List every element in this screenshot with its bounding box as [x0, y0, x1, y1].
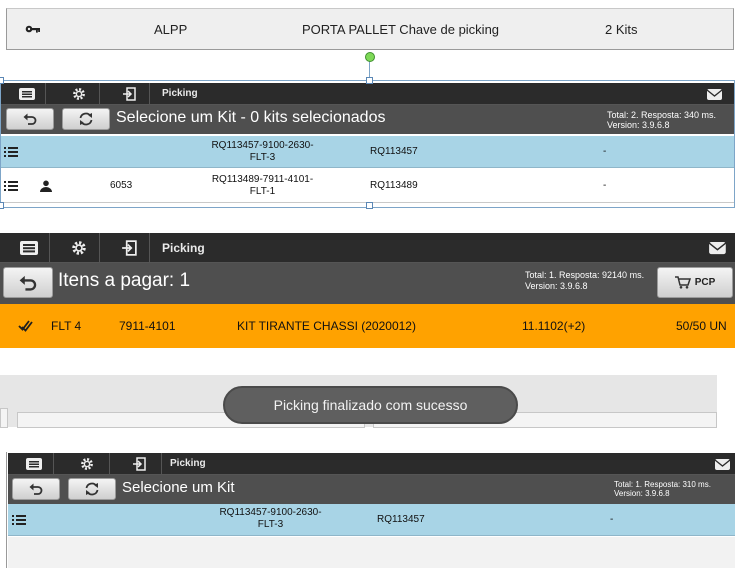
list-detail-icon [12, 514, 26, 526]
back-arrow-icon [19, 275, 37, 291]
picking-screen-kit-selection: Picking Selecione um Kit - 0 kits seleci… [0, 77, 735, 210]
picking-screen-kit-selection-after: Picking Selecione um Kit Total: 1. Respo… [6, 452, 735, 568]
settings-button[interactable] [58, 233, 100, 262]
meta-total: Total: 1. Resposta: 92140 ms. [525, 270, 645, 280]
kit-row[interactable]: RQ113457-9100-2630- FLT-3 RQ113457 - [8, 504, 735, 536]
pallet-description: PORTA PALLET Chave de picking [302, 22, 500, 37]
pallet-panel: ALPP PORTA PALLET Chave de picking 2 Kit… [0, 0, 735, 78]
kit-id: RQ113457-9100-2630- FLT-3 [198, 507, 343, 531]
logout-icon [132, 456, 146, 471]
refresh-button[interactable] [68, 478, 116, 500]
cart-icon [674, 276, 691, 289]
pcp-label: PCP [694, 277, 716, 288]
sub-toolbar: Selecione um Kit Total: 1. Resposta: 310… [8, 475, 735, 504]
item-code: 7911-4101 [119, 319, 176, 333]
gear-icon [71, 240, 87, 256]
background-card [0, 408, 8, 428]
pallet-quantity: 2 Kits [605, 22, 638, 37]
back-button[interactable] [3, 267, 53, 298]
app-toolbar: Picking [8, 453, 735, 475]
selection-handle[interactable] [366, 77, 373, 84]
logout-icon [121, 239, 137, 256]
pallet-row[interactable]: ALPP PORTA PALLET Chave de picking 2 Kit… [6, 8, 734, 50]
meta-version: Version: 3.9.6.8 [614, 489, 670, 498]
key-icon [25, 23, 41, 35]
selection-handle[interactable] [0, 77, 4, 84]
app-title: Picking [170, 458, 206, 469]
selection-rotate-handle[interactable] [365, 52, 375, 62]
kit-id-line2: FLT-3 [257, 519, 284, 530]
back-arrow-icon [29, 483, 43, 495]
logout-button[interactable] [108, 233, 150, 262]
logout-button[interactable] [116, 453, 162, 474]
settings-button[interactable] [64, 453, 110, 474]
toast-message: Picking finalizado com sucesso [273, 397, 468, 413]
page-heading: Selecione um Kit [122, 479, 235, 496]
mail-icon[interactable] [708, 239, 728, 256]
mail-icon[interactable] [714, 457, 732, 471]
app-toolbar: Picking [0, 233, 735, 263]
selection-handle[interactable] [0, 202, 4, 209]
meta-version: Version: 3.9.6.8 [525, 281, 588, 291]
item-position: 11.1102(+2) [522, 319, 586, 333]
list-icon [19, 240, 38, 255]
pcp-button[interactable]: PCP [657, 267, 733, 298]
menu-button[interactable] [14, 453, 54, 474]
menu-button[interactable] [8, 233, 50, 262]
pallet-code: ALPP [154, 22, 188, 37]
app-title: Picking [162, 240, 205, 255]
back-button[interactable] [12, 478, 60, 500]
refresh-icon [84, 482, 100, 496]
kit-status: - [610, 514, 614, 525]
gear-icon [80, 457, 94, 471]
double-check-icon [18, 319, 34, 333]
kit-requisition: RQ113457 [377, 514, 425, 525]
page-heading: Itens a pagar: 1 [58, 270, 191, 291]
sub-toolbar: Itens a pagar: 1 Total: 1. Resposta: 921… [0, 263, 735, 304]
item-description: KIT TIRANTE CHASSI (2020012) [237, 319, 416, 333]
selection-handle[interactable] [366, 202, 373, 209]
item-quantity: 50/50 UN [676, 319, 727, 333]
panel-border [6, 452, 7, 568]
selection-frame [0, 80, 735, 208]
kit-id-line1: RQ113457-9100-2630- [219, 507, 322, 518]
picking-screen-items: Picking Itens a pagar: 1 Total: 1. Respo… [0, 231, 735, 351]
toast-panel: Picking finalizado com sucesso [0, 372, 735, 432]
toast-message-box: Picking finalizado com sucesso [223, 386, 518, 424]
list-icon [25, 457, 42, 470]
picking-item-row[interactable]: FLT 4 7911-4101 KIT TIRANTE CHASSI (2020… [0, 304, 735, 348]
empty-list-area [8, 537, 735, 568]
item-location: FLT 4 [51, 319, 82, 333]
